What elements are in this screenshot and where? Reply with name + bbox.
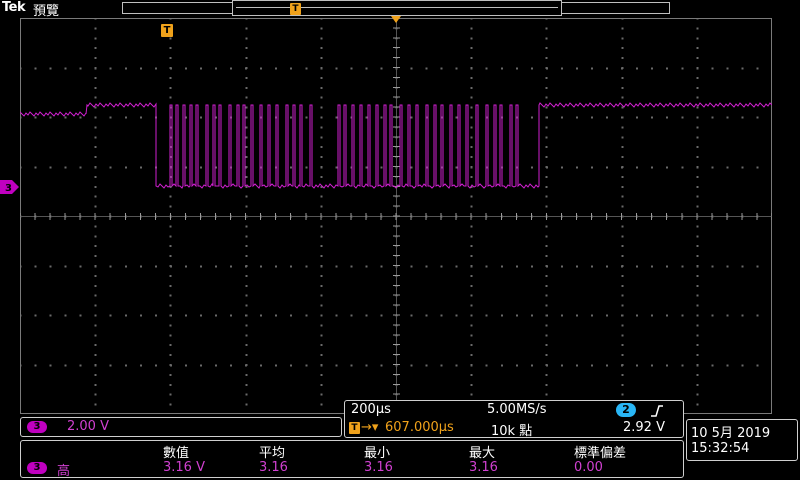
header-std-dev: 標準偏差 xyxy=(574,446,627,461)
trigger-point-icon[interactable]: T xyxy=(161,24,173,37)
channel3-ground-marker[interactable]: 3 xyxy=(0,179,19,194)
measurement-table[interactable]: 數值 平均 最小 最大 標準偏差 3 高 3.16 V 3.16 3.16 3.… xyxy=(20,440,684,479)
measurement-name: 高 xyxy=(57,464,71,479)
channel3-scale: 2.00 V xyxy=(67,419,109,434)
channel3-marker-label: 3 xyxy=(5,183,12,194)
channel3-scale-readout[interactable]: 3 2.00 V xyxy=(20,417,342,437)
measurement-std-dev: 0.00 xyxy=(574,460,603,475)
measurement-mean: 3.16 xyxy=(259,460,288,475)
record-length: 10k 點 xyxy=(491,424,533,439)
trigger-level: 2.92 V xyxy=(623,420,665,435)
time-per-division: 200µs xyxy=(351,402,391,417)
measurement-min: 3.16 xyxy=(364,460,393,475)
timebase-trigger-readout[interactable]: 200µs 5.00MS/s 2 T →▾ 607.000µs 10k 點 2.… xyxy=(344,400,684,439)
graticule xyxy=(20,18,772,414)
acquisition-mode: 預覽 xyxy=(33,4,60,19)
sample-rate: 5.00MS/s xyxy=(487,402,547,417)
brand-logo: Tek xyxy=(2,0,26,15)
record-trigger-icon: T xyxy=(290,3,301,15)
measurement-channel-badge: 3 xyxy=(27,462,47,474)
trigger-source-badge: 2 xyxy=(616,403,636,417)
trigger-arrow-icon: →▾ xyxy=(361,420,379,435)
graticule-center-ticks xyxy=(20,18,772,414)
measurement-max: 3.16 xyxy=(469,460,498,475)
channel3-badge: 3 xyxy=(27,421,47,433)
date-time-display: 10 5月 2019 15:32:54 xyxy=(686,419,798,461)
header-value: 數值 xyxy=(163,446,190,461)
record-view-window[interactable] xyxy=(232,0,562,16)
measurement-value: 3.16 V xyxy=(163,460,205,475)
trigger-icon: T xyxy=(349,422,360,434)
trigger-position: 607.000µs xyxy=(385,420,454,435)
trigger-position-marker-icon[interactable] xyxy=(391,16,401,23)
record-view-line xyxy=(236,7,558,8)
header-min: 最小 xyxy=(364,446,391,461)
header-max: 最大 xyxy=(469,446,496,461)
time: 15:32:54 xyxy=(691,441,750,456)
date: 10 5月 2019 xyxy=(691,426,771,441)
header-mean: 平均 xyxy=(259,446,286,461)
